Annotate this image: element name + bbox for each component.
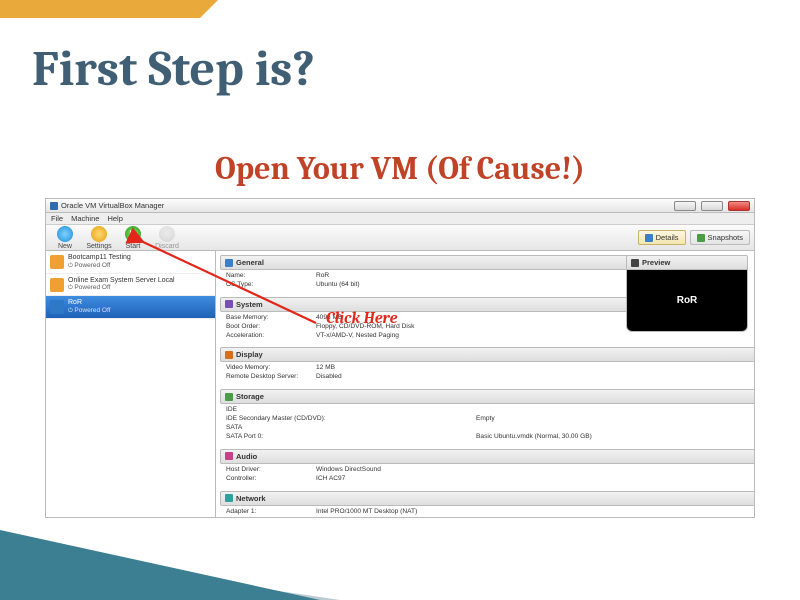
maximize-button[interactable] <box>701 201 723 211</box>
section-audio: Audio Host Driver:Windows DirectSound Co… <box>220 449 754 488</box>
snapshots-icon <box>697 234 705 242</box>
minimize-button[interactable] <box>674 201 696 211</box>
section-header: Display <box>236 350 263 359</box>
app-logo-icon <box>50 202 58 210</box>
menu-help[interactable]: Help <box>107 214 122 223</box>
new-icon <box>57 226 73 242</box>
section-header: Storage <box>236 392 264 401</box>
display-icon <box>225 351 233 359</box>
menu-file[interactable]: File <box>51 214 63 223</box>
storage-icon <box>225 393 233 401</box>
system-icon <box>225 300 233 308</box>
section-header: Preview <box>642 258 670 267</box>
gear-icon <box>91 226 107 242</box>
preview-thumbnail[interactable]: RoR <box>626 270 748 332</box>
preview-icon <box>631 259 639 267</box>
section-network: Network Adapter 1:Intel PRO/1000 MT Desk… <box>220 491 754 517</box>
title-bar: Oracle VM VirtualBox Manager <box>46 199 754 213</box>
section-display: Display Video Memory:12 MB Remote Deskto… <box>220 347 754 386</box>
details-panel: Preview RoR General Name:RoR OS Type:Ubu… <box>216 251 754 517</box>
start-arrow-icon <box>125 226 141 242</box>
start-button[interactable]: Start <box>118 226 148 250</box>
details-button[interactable]: Details <box>638 230 686 245</box>
vm-list-item[interactable]: Online Exam System Server LocalPowered O… <box>46 274 215 297</box>
settings-button[interactable]: Settings <box>84 226 114 250</box>
toolbar: New Settings Start Discard Details Snaps… <box>46 225 754 251</box>
section-system: System Base Memory:4096 MB Boot Order:Fl… <box>220 297 640 345</box>
vm-icon <box>50 278 64 292</box>
vm-icon <box>50 300 64 314</box>
menu-bar: File Machine Help <box>46 213 754 225</box>
audio-icon <box>225 452 233 460</box>
section-storage: Storage IDE IDE Secondary Master (CD/DVD… <box>220 389 754 446</box>
section-header: System <box>236 300 263 309</box>
slide-decoration <box>0 530 320 600</box>
section-general: General Name:RoR OS Type:Ubuntu (64 bit) <box>220 255 640 294</box>
section-header: Audio <box>236 452 257 461</box>
slide-subtitle: Open Your VM (Of Cause!) <box>0 150 800 187</box>
snapshots-button[interactable]: Snapshots <box>690 230 750 245</box>
window-title: Oracle VM VirtualBox Manager <box>61 201 669 210</box>
details-icon <box>645 234 653 242</box>
vm-list: Bootcamp11 TestingPowered Off Online Exa… <box>46 251 216 517</box>
vm-list-item-selected[interactable]: RoRPowered Off <box>46 296 215 319</box>
network-icon <box>225 494 233 502</box>
section-header: Network <box>236 494 266 503</box>
new-button[interactable]: New <box>50 226 80 250</box>
virtualbox-window: Oracle VM VirtualBox Manager File Machin… <box>45 198 755 518</box>
close-button[interactable] <box>728 201 750 211</box>
general-icon <box>225 259 233 267</box>
discard-icon <box>159 226 175 242</box>
callout-label: Click Here <box>326 309 397 327</box>
preview-panel: Preview RoR <box>626 255 748 332</box>
vm-icon <box>50 255 64 269</box>
vm-list-item[interactable]: Bootcamp11 TestingPowered Off <box>46 251 215 274</box>
section-header: General <box>236 258 264 267</box>
slide-accent <box>0 0 200 18</box>
menu-machine[interactable]: Machine <box>71 214 99 223</box>
slide-title: First Step is? <box>32 40 315 98</box>
discard-button[interactable]: Discard <box>152 226 182 250</box>
